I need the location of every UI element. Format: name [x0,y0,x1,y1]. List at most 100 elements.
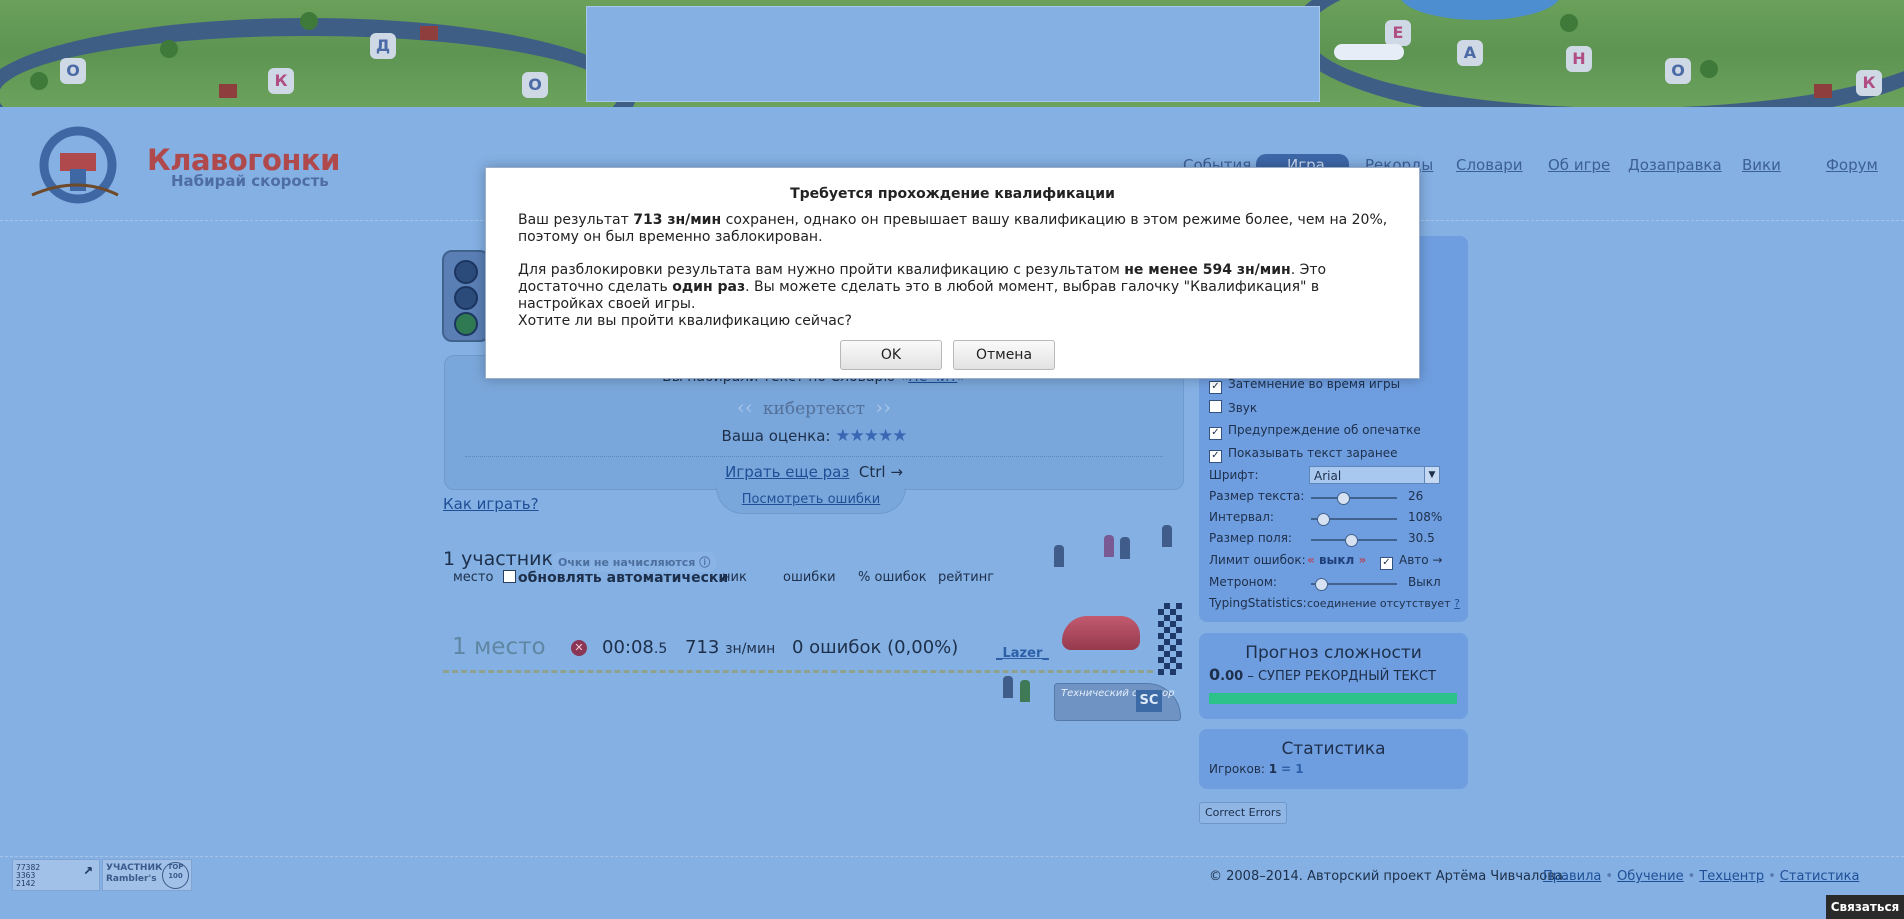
typing-stats-label: TypingStatistics: [1209,596,1307,610]
forecast-title: Прогноз сложности [1245,643,1422,663]
cancel-button[interactable]: Отмена [953,340,1055,370]
no-points-text: Очки не начисляются [558,556,696,569]
chevron-right-icon[interactable]: ›› [875,395,891,419]
rating-stars-icon[interactable]: ★★★★★ [835,426,907,446]
slider-handle[interactable] [1317,513,1330,526]
option-dim[interactable]: ✓ Затемнение во время игры [1209,377,1400,394]
footer-links: Правила • Обучение • Техцентр • Статистика [1543,869,1860,884]
contact-button[interactable]: Связаться [1826,895,1904,919]
spectator-icon [1020,680,1030,702]
dim-checkbox[interactable]: ✓ [1209,381,1222,394]
metronome-value: Выкл [1408,575,1441,589]
text-size-label: Размер текста: [1209,489,1305,503]
footer-link-techcenter[interactable]: Техцентр [1699,869,1764,884]
col-rating: рейтинг [938,570,995,585]
chevron-left-icon[interactable]: « [1307,553,1315,567]
typing-stats-status: соединение отсутствует ? [1307,597,1460,610]
stats-panel [1199,729,1468,789]
rambler-text: УЧАСТНИК Rambler's [106,863,163,884]
chevron-right-icon[interactable]: » [1359,553,1367,567]
counter-lines: 77382 3363 2142 [16,863,41,888]
how-to-play-link[interactable]: Как играть? [443,495,539,513]
race-time: 00:08.5 [602,637,667,658]
spectator-icon [1120,537,1130,559]
spectator-icon [1104,535,1114,557]
auto-toggle[interactable]: ✓ Авто → [1380,553,1442,570]
rambler-top100-badge[interactable]: УЧАСТНИК Rambler's TOP 100 [102,859,192,891]
race-time-frac: .5 [653,641,668,657]
option-show-text[interactable]: ✓ Показывать текст заранее [1209,446,1397,463]
help-icon[interactable]: ⓘ [699,556,710,569]
footer-link-stats[interactable]: Статистика [1780,869,1860,884]
error-limit-selector[interactable]: « выкл » [1307,553,1366,567]
top-banner: О Д О К Е А Н О К [0,0,1904,107]
interval-value: 108% [1408,510,1443,524]
correct-errors-button[interactable]: Correct Errors [1199,802,1288,824]
divider [465,456,1163,457]
nav-dictionaries[interactable]: Словари [1456,156,1523,174]
metronome-slider[interactable] [1311,578,1397,591]
race-speed-unit: зн/мин [725,641,776,657]
help-link[interactable]: ? [1454,597,1460,610]
player-nick-link[interactable]: _Lazer_ [996,646,1049,661]
steering-wheel-logo-icon[interactable] [30,125,120,205]
option-sound[interactable]: Звук [1209,400,1257,415]
typo-warning-checkbox[interactable]: ✓ [1209,427,1222,440]
col-error-pct: % ошибок [858,570,927,585]
interval-slider[interactable] [1311,513,1397,526]
nav-wiki[interactable]: Вики [1742,156,1781,174]
view-errors-link[interactable]: Посмотреть ошибки [742,492,880,507]
sound-checkbox[interactable] [1209,400,1222,413]
players-label: Игроков: [1209,762,1265,776]
text-title: ‹‹ кибертекст ›› [445,395,1183,419]
spectator-icon [1054,545,1064,567]
forecast-value: 0.00 – СУПЕР РЕКОРДНЫЙ ТЕКСТ [1209,665,1436,684]
field-size-slider[interactable] [1311,534,1397,547]
auto-label: Авто → [1399,553,1443,567]
slider-handle[interactable] [1314,578,1328,591]
font-select[interactable]: Arial ▼ [1309,466,1440,484]
text-size-slider[interactable] [1311,492,1397,505]
stats-players: Игроков: 1 = 1 [1209,762,1304,776]
race-car-icon [1062,616,1140,650]
option-typo-warning[interactable]: ✓ Предупреждение об опечатке [1209,423,1421,440]
footer-link-rules[interactable]: Правила [1543,869,1601,884]
dialog-text-bold: не менее 594 зн/мин [1124,262,1291,278]
house-icon [420,26,438,40]
footer-link-training[interactable]: Обучение [1617,869,1684,884]
forecast-frac: .00 [1220,669,1244,684]
dialog-paragraph-3: Хотите ли вы пройти квалификацию сейчас? [518,313,852,329]
nav-forum[interactable]: Форум [1826,156,1878,174]
race-track [443,670,1153,673]
close-icon[interactable]: ✕ [571,640,587,656]
tech-sponsor-banner[interactable]: Технический спонсор SC [1054,683,1181,721]
banner-letter: К [1856,70,1882,96]
option-label: Показывать текст заранее [1228,446,1398,460]
dialog-paragraph-2: Для разблокировки результата вам нужно п… [518,262,1388,313]
field-size-value: 30.5 [1408,531,1435,545]
auto-checkbox[interactable]: ✓ [1380,557,1393,570]
chevron-down-icon[interactable]: ▼ [1424,467,1439,483]
typing-stats-value: соединение отсутствует [1307,597,1451,610]
copyright: © 2008–2014. Авторский проект Артёма Чив… [1209,869,1568,884]
chevron-left-icon[interactable]: ‹‹ [737,395,753,419]
rambler-badge: TOP 100 [162,862,189,889]
error-limit-label: Лимит ошибок: [1209,553,1306,567]
auto-update-toggle[interactable]: обновлять автоматически [503,570,728,586]
ok-button[interactable]: OK [840,340,942,370]
text-size-value: 26 [1408,489,1424,503]
forecast-int: 0 [1209,665,1221,684]
play-again-link[interactable]: Играть еще раз [725,463,849,481]
show-text-checkbox[interactable]: ✓ [1209,450,1222,463]
nav-about[interactable]: Об игре [1548,156,1610,174]
col-errors: ошибки [783,570,836,585]
auto-update-checkbox[interactable] [503,570,516,583]
arrow-icon: ↗ [83,859,93,878]
tree-icon [1560,14,1578,32]
nav-refuel[interactable]: Дозаправка [1628,156,1722,174]
play-again-row: Играть еще раз Ctrl → [445,463,1183,481]
liveinternet-counter[interactable]: 77382 3363 2142 ↗ [12,859,100,891]
stats-title: Статистика [1281,739,1386,759]
slider-handle[interactable] [1344,534,1358,547]
house-icon [1814,84,1832,98]
